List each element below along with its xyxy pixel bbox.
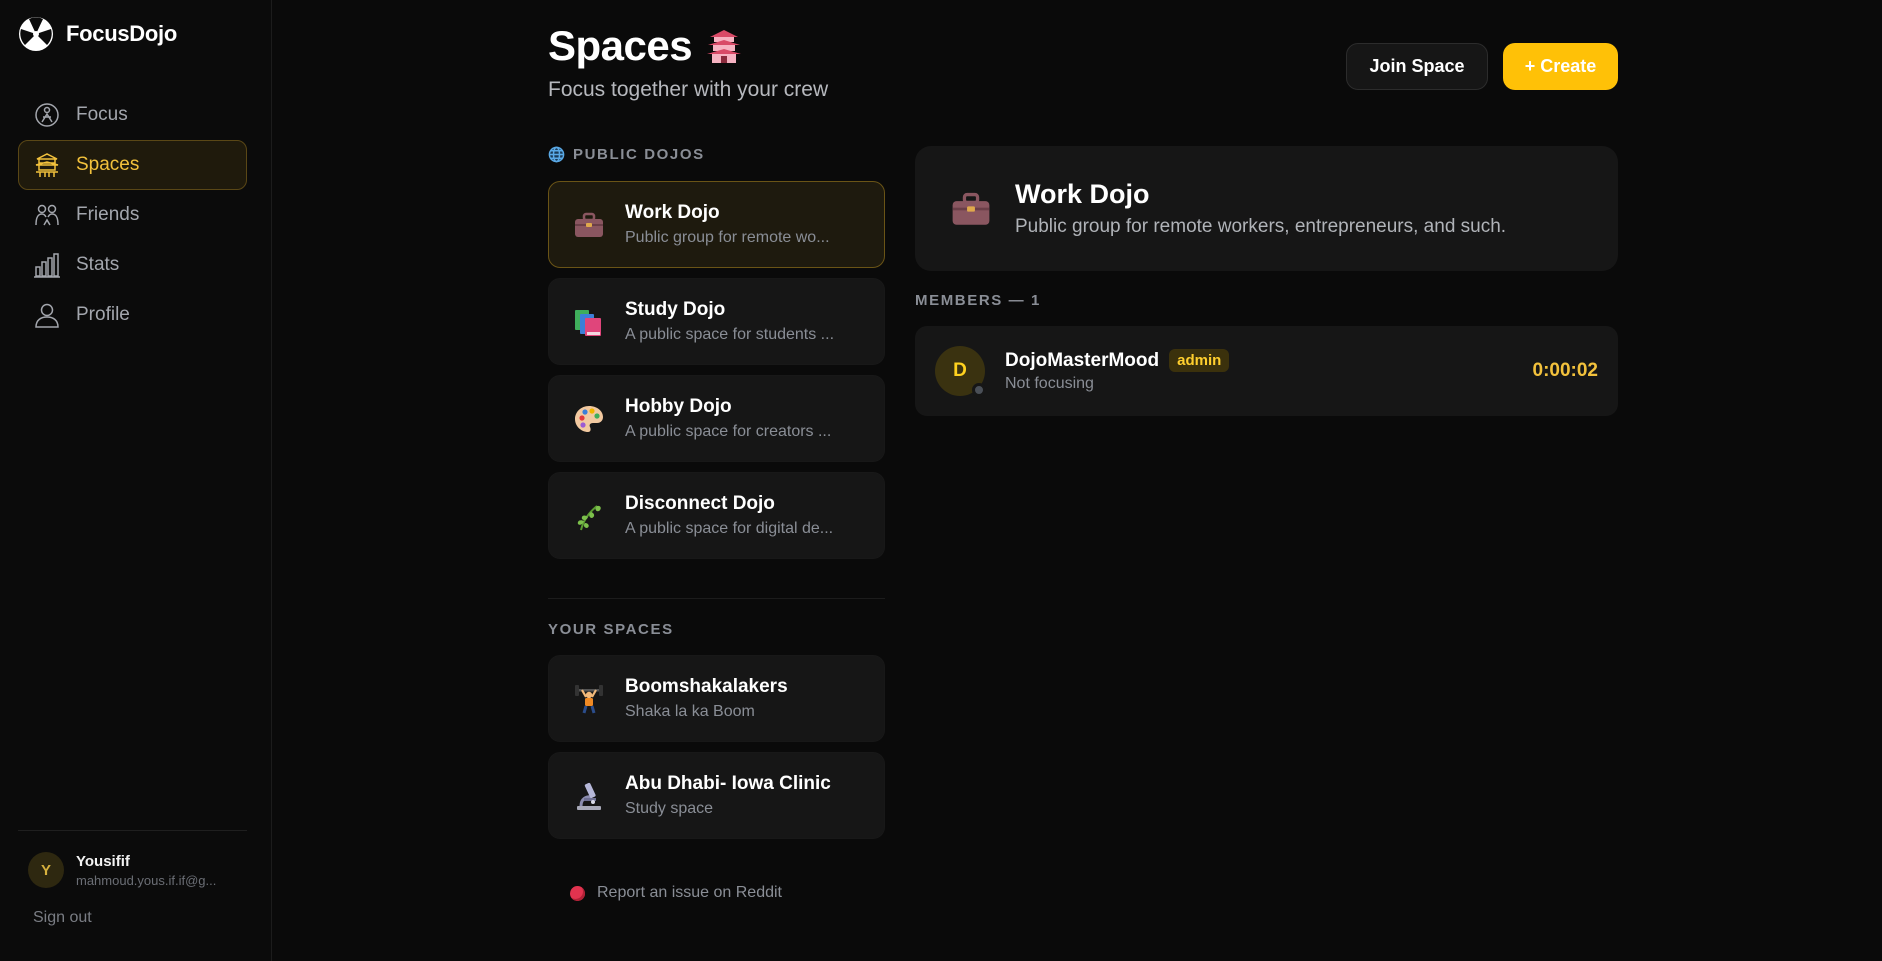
space-title: Boomshakalakers	[625, 676, 788, 697]
page-title: Spaces	[548, 22, 744, 70]
focus-icon	[32, 100, 62, 130]
sidebar-item-spaces[interactable]: Spaces	[18, 140, 247, 190]
page-title-text: Spaces	[548, 22, 693, 69]
dojo-description: Public group for remote wo...	[625, 229, 830, 246]
avatar: Y	[28, 852, 64, 888]
sidebar-item-focus[interactable]: Focus	[18, 90, 247, 140]
sidebar-item-label: Focus	[76, 104, 128, 125]
sidebar-nav: Focus Spaces Friends Stats Profile	[18, 90, 247, 340]
your-spaces-label: YOUR SPACES	[548, 621, 674, 638]
globe-icon	[548, 146, 565, 163]
dojo-description: A public space for digital de...	[625, 520, 834, 537]
dojo-description: A public space for creators ...	[625, 423, 832, 440]
sidebar-item-label: Friends	[76, 204, 140, 225]
member-focus-timer: 0:00:02	[1532, 360, 1599, 381]
stats-icon	[32, 250, 62, 280]
user-email: mahmoud.yous.if.if@g...	[76, 872, 217, 888]
weightlifter-icon	[573, 683, 605, 715]
current-user[interactable]: Y Yousifif mahmoud.yous.if.if@g...	[28, 852, 236, 888]
dojo-card-study[interactable]: Study Dojo A public space for students .…	[548, 278, 885, 365]
space-title: Abu Dhabi- Iowa Clinic	[625, 773, 831, 794]
your-spaces-heading: YOUR SPACES	[548, 621, 674, 638]
report-label: Report an issue on Reddit	[597, 884, 782, 901]
space-detail-description: Public group for remote workers, entrepr…	[1015, 216, 1507, 237]
reddit-icon	[570, 885, 585, 901]
space-detail-card: Work Dojo Public group for remote worker…	[915, 146, 1618, 271]
public-dojos-heading: PUBLIC DOJOS	[548, 146, 705, 163]
dojo-title: Work Dojo	[625, 202, 720, 223]
dojo-title: Study Dojo	[625, 299, 726, 320]
report-issue-link[interactable]: Report an issue on Reddit	[570, 884, 782, 902]
dojo-card-work[interactable]: Work Dojo Public group for remote wo...	[548, 181, 885, 268]
palette-icon	[573, 403, 605, 435]
microscope-icon	[573, 780, 605, 812]
space-description: Shaka la ka Boom	[625, 703, 755, 720]
dojo-title: Disconnect Dojo	[625, 493, 775, 514]
sidebar-item-stats[interactable]: Stats	[18, 240, 247, 290]
sidebar-divider	[18, 830, 247, 831]
space-detail-title: Work Dojo	[1015, 179, 1150, 209]
page-subtitle: Focus together with your crew	[548, 78, 829, 101]
create-space-button[interactable]: + Create	[1503, 43, 1618, 90]
sidebar-item-label: Stats	[76, 254, 120, 275]
books-icon	[573, 306, 605, 338]
member-initial: D	[953, 360, 967, 381]
brand[interactable]: FocusDojo	[18, 16, 177, 52]
member-name: DojoMasterMood	[1005, 349, 1160, 371]
join-space-button[interactable]: Join Space	[1346, 43, 1488, 90]
focusdojo-logo-icon	[19, 17, 53, 51]
sign-out-link[interactable]: Sign out	[33, 909, 92, 927]
brand-name: FocusDojo	[66, 21, 177, 46]
profile-icon	[32, 300, 62, 330]
member-row[interactable]: D DojoMasterMood admin Not focusing 0:00…	[915, 326, 1618, 416]
sidebar-item-profile[interactable]: Profile	[18, 290, 247, 340]
sidebar-item-friends[interactable]: Friends	[18, 190, 247, 240]
status-dot	[972, 383, 986, 397]
avatar: D	[935, 346, 986, 397]
friends-icon	[32, 200, 62, 230]
dojo-card-disconnect[interactable]: Disconnect Dojo A public space for digit…	[548, 472, 885, 559]
sidebar-item-label: Profile	[76, 304, 130, 325]
members-heading: MEMBERS — 1	[915, 292, 1041, 309]
space-card-abu-dhabi-iowa-clinic[interactable]: Abu Dhabi- Iowa Clinic Study space	[548, 752, 885, 839]
members-label: MEMBERS — 1	[915, 292, 1041, 309]
section-divider	[548, 598, 885, 599]
pagoda-icon	[32, 150, 62, 180]
user-name: Yousifif	[76, 852, 130, 870]
public-dojos-label: PUBLIC DOJOS	[573, 146, 705, 163]
briefcase-icon	[573, 209, 605, 241]
admin-badge: admin	[1169, 349, 1230, 372]
briefcase-icon	[949, 187, 993, 231]
dojo-description: A public space for students ...	[625, 326, 835, 343]
herb-icon	[573, 500, 605, 532]
sidebar: FocusDojo Focus Spaces Friends Stats Pro…	[0, 0, 272, 961]
space-description: Study space	[625, 800, 714, 817]
member-status: Not focusing	[1005, 375, 1094, 392]
sidebar-item-label: Spaces	[76, 154, 140, 175]
dojo-card-hobby[interactable]: Hobby Dojo A public space for creators .…	[548, 375, 885, 462]
dojo-title: Hobby Dojo	[625, 396, 732, 417]
space-card-boomshakalakers[interactable]: Boomshakalakers Shaka la ka Boom	[548, 655, 885, 742]
pagoda-icon	[707, 30, 742, 63]
